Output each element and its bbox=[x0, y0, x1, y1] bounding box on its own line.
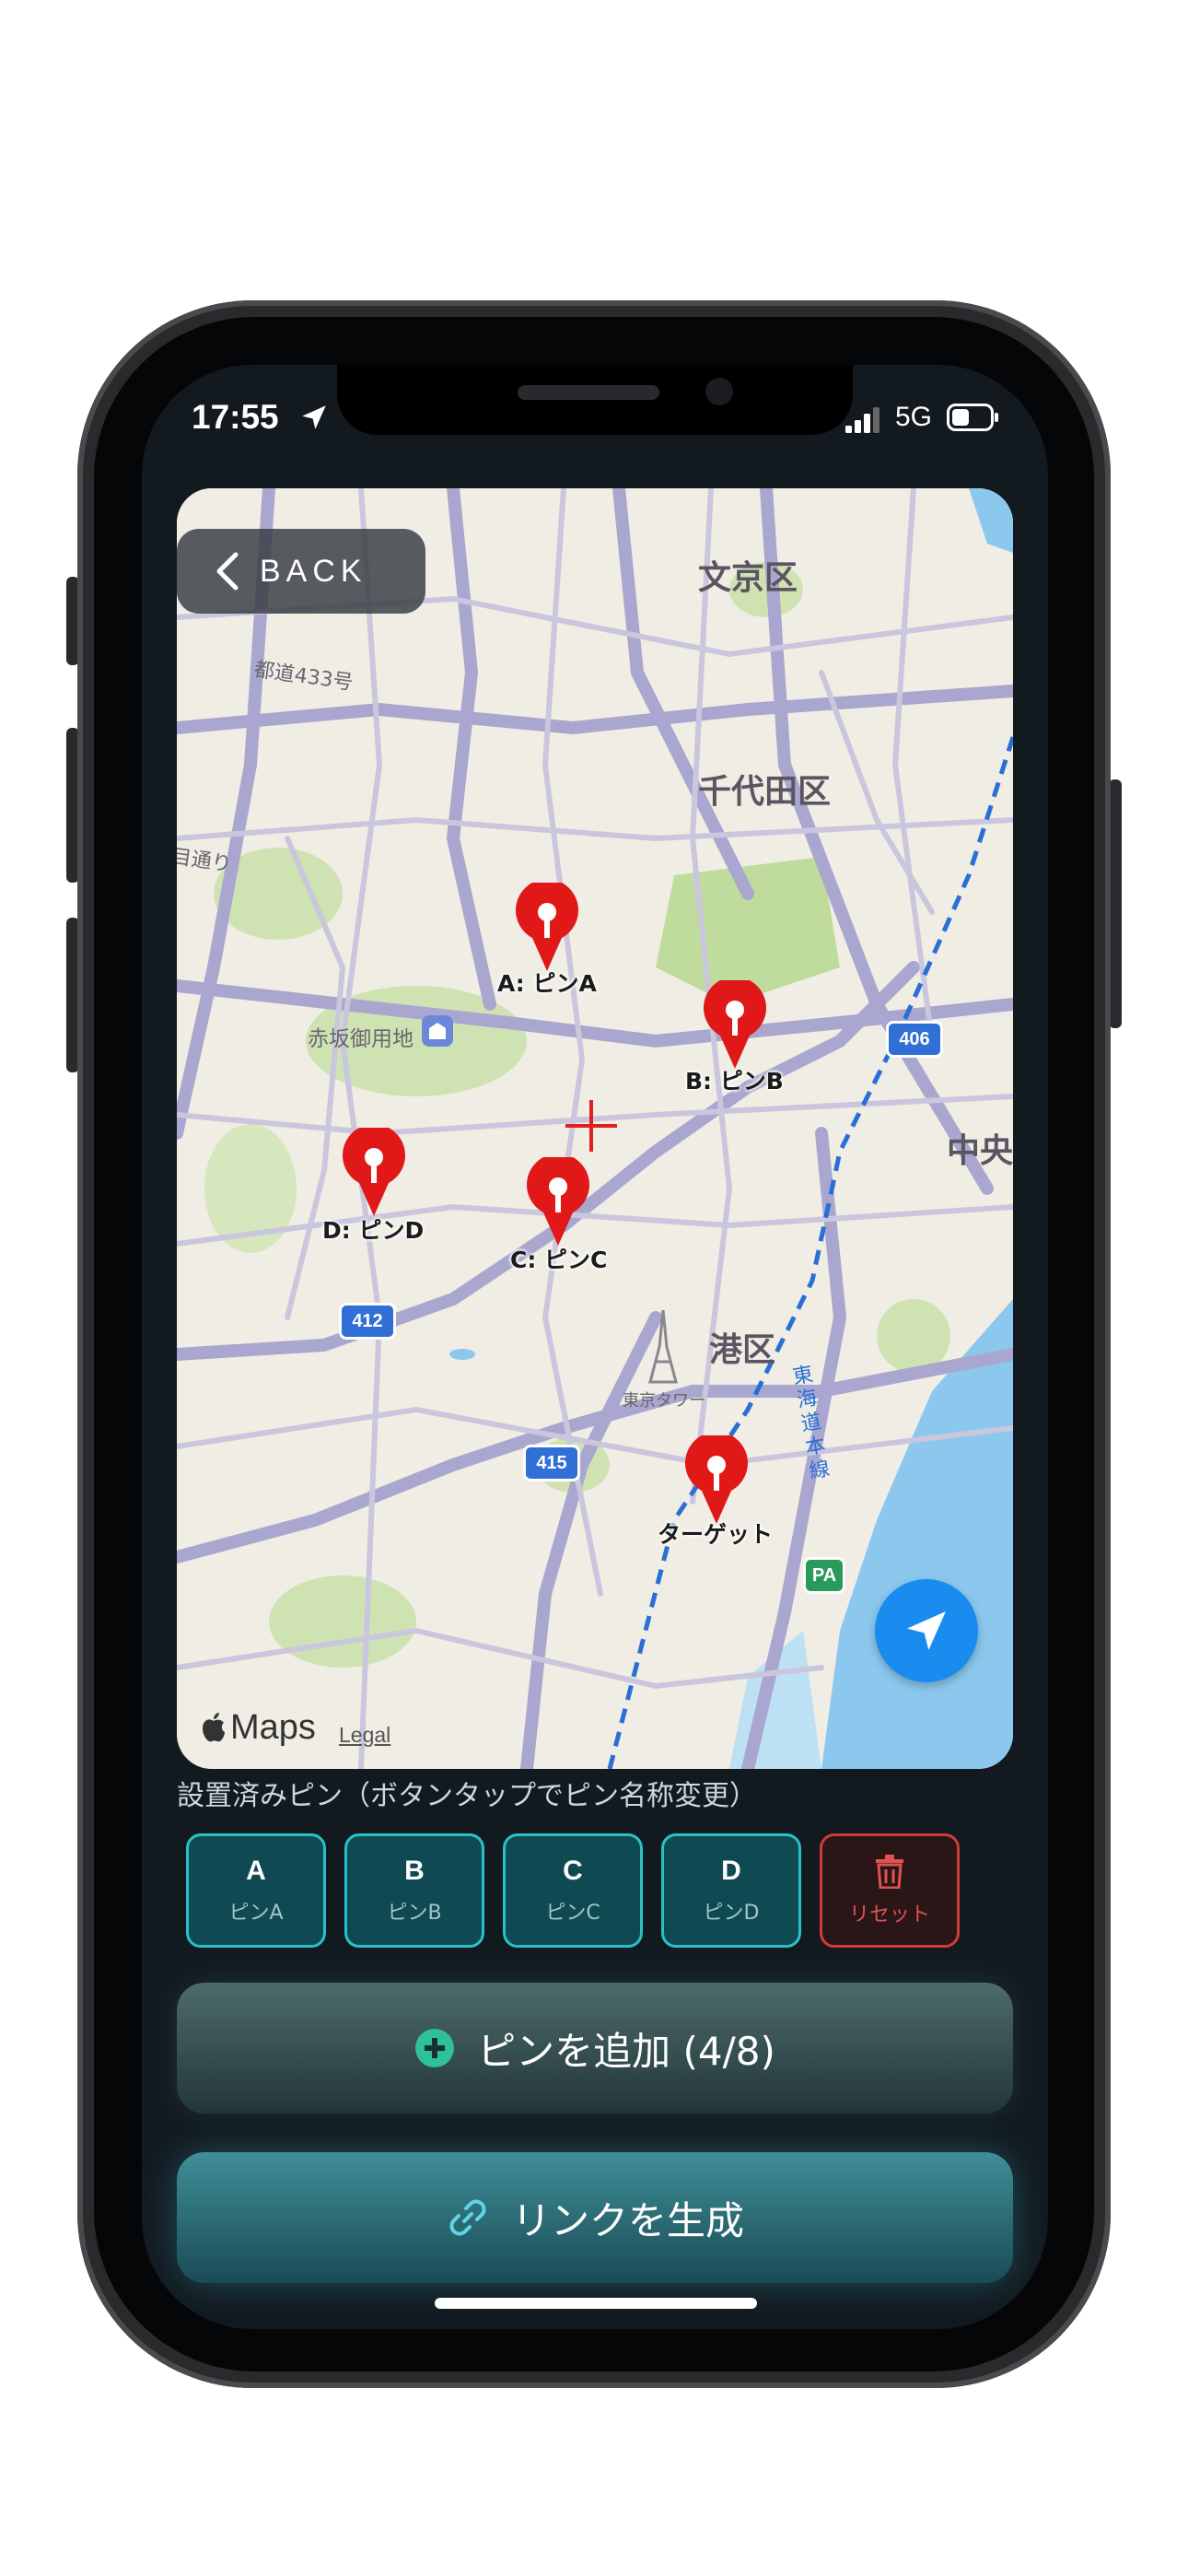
reset-label: リセット bbox=[848, 1903, 930, 1926]
notch bbox=[337, 365, 853, 435]
power-button bbox=[1109, 779, 1122, 1028]
apple-logo-icon bbox=[203, 1713, 225, 1742]
pin-button-a[interactable]: A ピンA bbox=[186, 1833, 326, 1948]
add-pin-label: ピンを追加 (4/8) bbox=[477, 2028, 775, 2074]
trash-icon bbox=[876, 1855, 903, 1889]
target-pin-label: ターゲット bbox=[658, 1521, 774, 1548]
pin-label: D: ピンD bbox=[322, 1217, 425, 1244]
pin-label: B: ピンB bbox=[685, 1068, 784, 1095]
pin-name: ピンB bbox=[387, 1902, 442, 1925]
district-label: 文京区 bbox=[698, 559, 798, 597]
pin-button-c[interactable]: C ピンC bbox=[503, 1833, 643, 1948]
link-icon bbox=[449, 2199, 486, 2236]
map-pin-icon[interactable] bbox=[525, 1157, 591, 1246]
map-pin-icon[interactable] bbox=[702, 980, 768, 1069]
palace-icon bbox=[422, 1015, 453, 1047]
map-view[interactable]: BACK 文京区 千代田区 港区 中央 都道433号 赤坂御用地 東京タワー 目… bbox=[177, 488, 1013, 1769]
plus-circle-icon bbox=[415, 2029, 455, 2067]
back-button[interactable]: BACK bbox=[177, 529, 425, 614]
reset-button[interactable]: リセット bbox=[820, 1833, 960, 1948]
route-shield: 412 bbox=[339, 1303, 396, 1340]
pin-name: ピンA bbox=[228, 1902, 284, 1925]
route-shield: 415 bbox=[523, 1445, 580, 1481]
pin-button-b[interactable]: B ピンB bbox=[344, 1833, 484, 1948]
map-pin-icon[interactable] bbox=[683, 1435, 750, 1524]
add-pin-button[interactable]: ピンを追加 (4/8) bbox=[177, 1983, 1013, 2113]
map-pin-icon[interactable] bbox=[514, 883, 580, 971]
pin-button-d[interactable]: D ピンD bbox=[661, 1833, 801, 1948]
battery-icon bbox=[947, 404, 998, 431]
pin-key: A bbox=[246, 1856, 266, 1886]
crosshair-icon bbox=[565, 1100, 617, 1152]
generate-link-button[interactable]: リンクを生成 bbox=[177, 2152, 1013, 2283]
chevron-left-icon bbox=[216, 552, 239, 591]
signal-icon bbox=[845, 407, 879, 433]
place-label: 赤坂御用地 bbox=[308, 1027, 413, 1051]
map-pin-icon[interactable] bbox=[341, 1128, 407, 1216]
status-time: 17:55 bbox=[192, 398, 279, 436]
current-location-button[interactable] bbox=[875, 1579, 978, 1682]
app-screen: 17:55 5G BACK 文京区 千代田区 港区 中央 都道433号 赤坂御用… bbox=[142, 365, 1048, 2329]
pin-label: A: ピンA bbox=[497, 970, 597, 997]
pin-label: C: ピンC bbox=[510, 1247, 608, 1273]
home-indicator[interactable] bbox=[435, 2298, 757, 2309]
pin-name: ピンC bbox=[545, 1902, 600, 1925]
district-label: 中央 bbox=[947, 1132, 1013, 1170]
landmark-label: 東京タワー bbox=[623, 1391, 705, 1411]
district-label: 千代田区 bbox=[698, 773, 832, 811]
network-type: 5G bbox=[895, 402, 933, 432]
location-arrow-icon bbox=[302, 405, 326, 429]
location-arrow-icon bbox=[907, 1611, 946, 1650]
district-label: 港区 bbox=[709, 1331, 776, 1369]
pin-key: D bbox=[721, 1856, 741, 1886]
pin-name: ピンD bbox=[703, 1902, 760, 1925]
tokyo-tower-icon bbox=[648, 1310, 678, 1384]
maps-attribution: Maps bbox=[230, 1708, 316, 1747]
generate-link-label: リンクを生成 bbox=[511, 2197, 744, 2243]
parking-area-badge: PA bbox=[803, 1557, 845, 1594]
section-title: 設置済みピン（ボタンタップでピン名称変更） bbox=[177, 1780, 757, 1812]
pin-key: B bbox=[404, 1856, 425, 1886]
back-button-label: BACK bbox=[260, 553, 367, 589]
legal-link[interactable]: Legal bbox=[339, 1723, 390, 1748]
pin-key: C bbox=[563, 1856, 583, 1886]
route-shield: 406 bbox=[886, 1021, 943, 1058]
